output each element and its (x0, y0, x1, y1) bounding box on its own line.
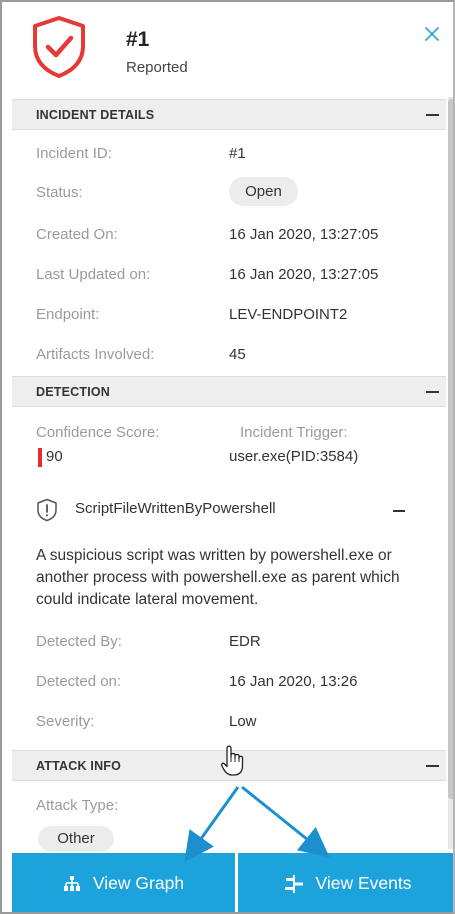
incident-id-label: Incident ID: (36, 145, 112, 162)
view-events-label: View Events (315, 873, 412, 893)
confidence-score-value: 90 (46, 448, 63, 465)
detected-by-value: EDR (229, 633, 261, 650)
collapse-icon[interactable] (426, 114, 439, 116)
incident-number: #1 (126, 28, 150, 51)
section-attack-info[interactable]: ATTACK INFO (12, 750, 446, 781)
view-graph-label: View Graph (92, 873, 185, 893)
severity-label: Severity: (36, 713, 95, 730)
timeline-icon (284, 874, 303, 893)
status-badge[interactable]: Open (229, 177, 298, 206)
section-title: INCIDENT DETAILS (36, 108, 155, 122)
incident-id-value: #1 (229, 145, 246, 162)
rule-collapse-icon[interactable] (393, 510, 405, 512)
artifacts-label: Artifacts Involved: (36, 346, 155, 363)
last-updated-label: Last Updated on: (36, 266, 151, 283)
incident-panel: #1 Reported INCIDENT DETAILS Incident ID… (0, 0, 455, 914)
created-on-label: Created On: (36, 226, 118, 243)
section-incident-details[interactable]: INCIDENT DETAILS (12, 99, 446, 130)
created-on-value: 16 Jan 2020, 13:27:05 (229, 226, 379, 243)
incident-state: Reported (126, 59, 188, 76)
collapse-icon[interactable] (426, 391, 439, 393)
section-detection[interactable]: DETECTION (12, 376, 446, 407)
artifacts-value: 45 (229, 346, 246, 363)
endpoint-label: Endpoint: (36, 306, 100, 323)
detected-on-value: 16 Jan 2020, 13:26 (229, 673, 358, 690)
detected-on-label: Detected on: (36, 673, 122, 690)
detection-rule-name[interactable]: ScriptFileWrittenByPowershell (75, 500, 276, 517)
incident-header: #1 Reported (2, 2, 453, 94)
hierarchy-icon (63, 875, 80, 891)
section-title: DETECTION (36, 385, 111, 399)
shield-alert-icon (37, 498, 57, 522)
confidence-score-label: Confidence Score: (36, 424, 160, 441)
attack-type-label: Attack Type: (36, 797, 119, 814)
detection-description: A suspicious script was written by power… (36, 547, 400, 608)
status-label: Status: (36, 184, 83, 201)
close-icon[interactable] (421, 23, 443, 45)
view-graph-button[interactable]: View Graph (12, 853, 235, 912)
scrollbar[interactable] (448, 97, 453, 849)
endpoint-value[interactable]: LEV-ENDPOINT2 (229, 306, 347, 323)
section-title: ATTACK INFO (36, 759, 122, 773)
incident-trigger-label: Incident Trigger: (240, 424, 348, 441)
detected-by-label: Detected By: (36, 633, 122, 650)
collapse-icon[interactable] (426, 765, 439, 767)
incident-trigger-value[interactable]: user.exe(PID:3584) (229, 448, 358, 465)
scrollbar-thumb[interactable] (448, 99, 453, 799)
view-events-button[interactable]: View Events (238, 853, 453, 912)
confidence-indicator (38, 448, 42, 467)
shield-check-icon (33, 16, 85, 78)
last-updated-value: 16 Jan 2020, 13:27:05 (229, 266, 379, 283)
attack-type-badge: Other (38, 826, 114, 852)
severity-value: Low (229, 713, 257, 730)
